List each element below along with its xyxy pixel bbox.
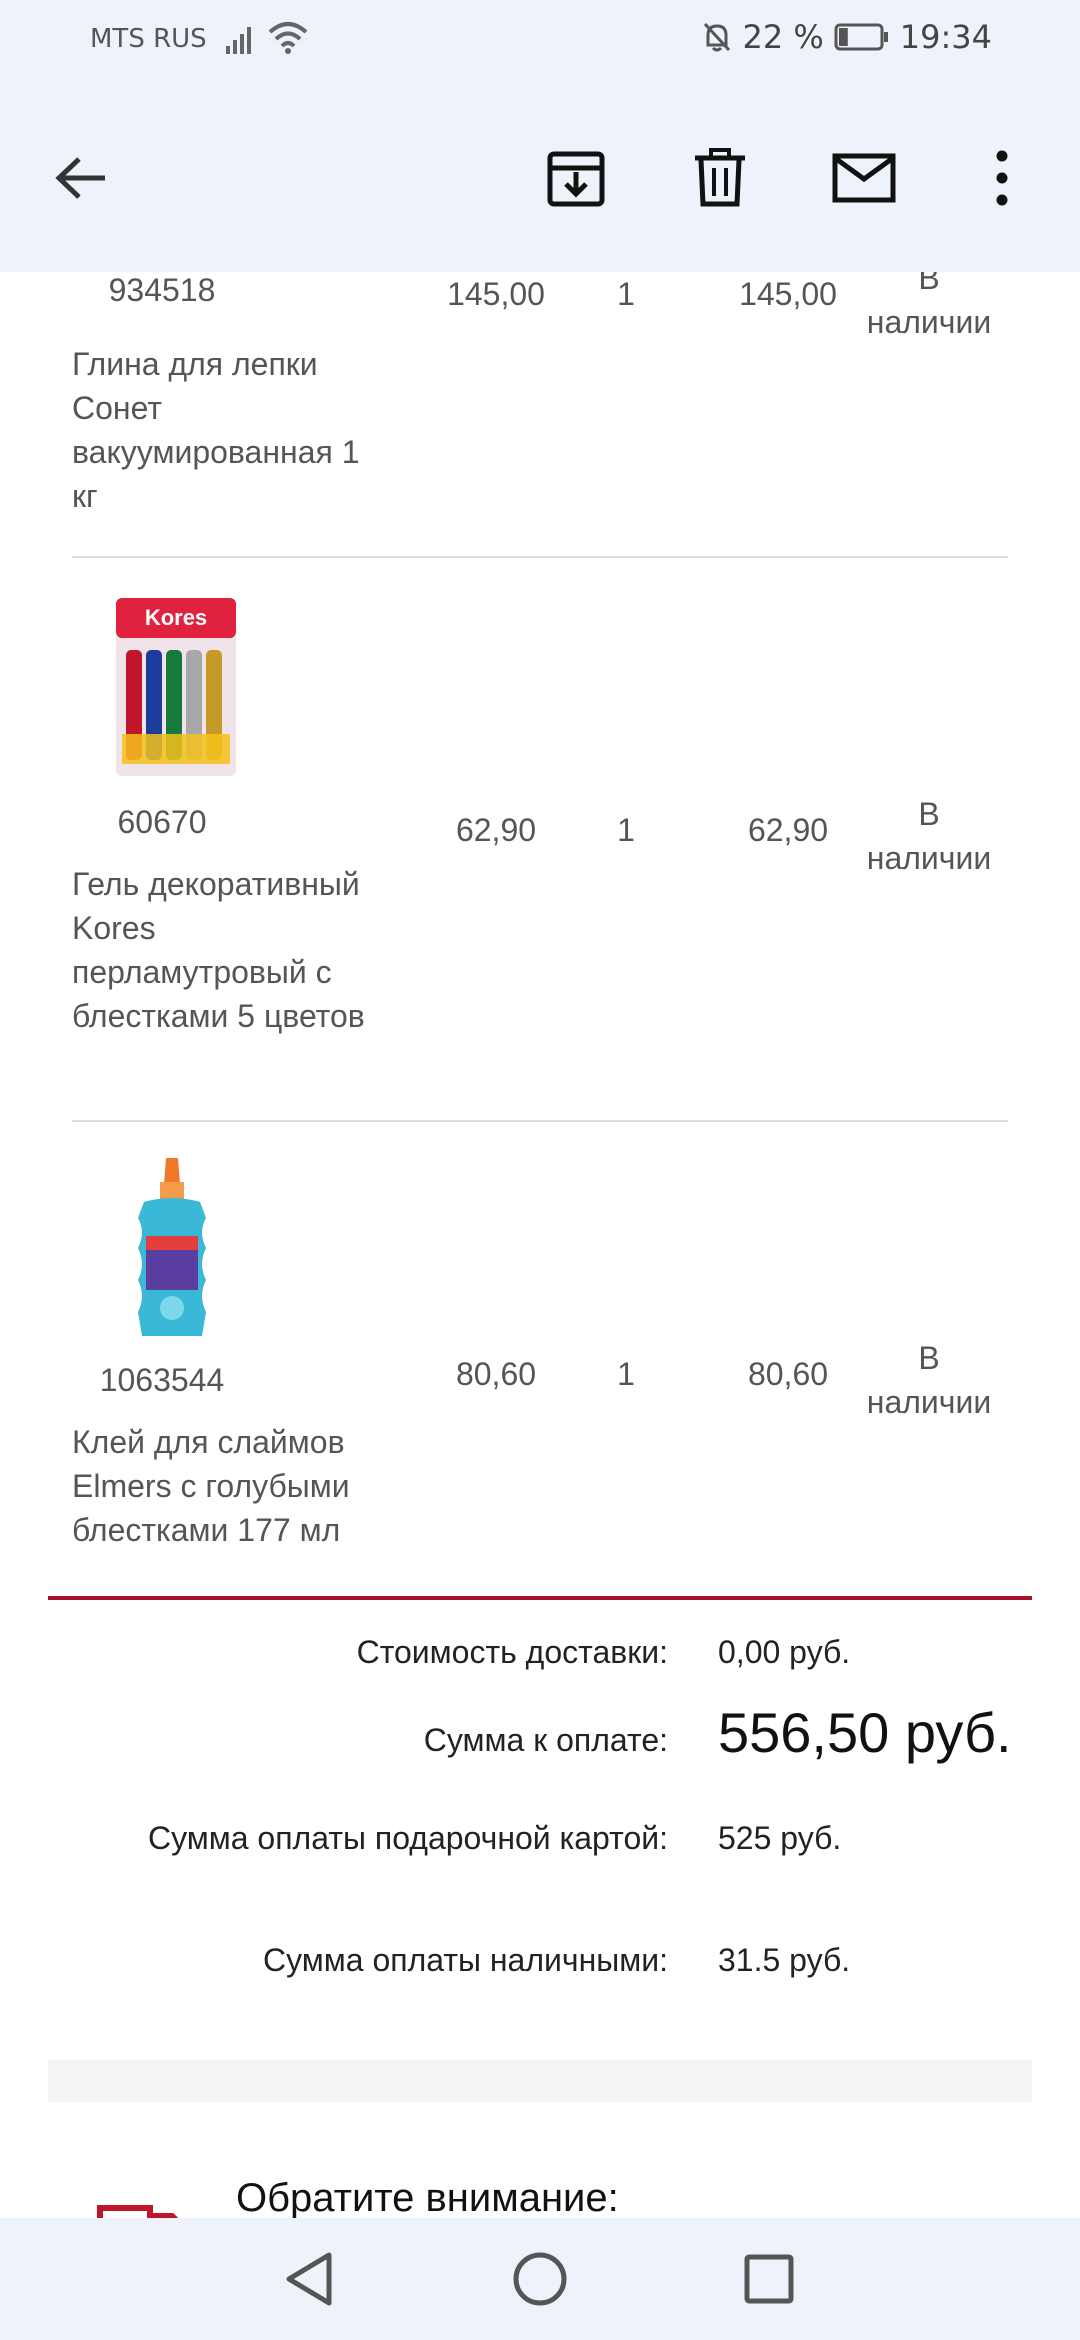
back-button[interactable] bbox=[42, 138, 122, 218]
nav-home-button[interactable] bbox=[505, 2244, 575, 2314]
nav-back-icon bbox=[286, 2252, 332, 2306]
item-price: 145,00 bbox=[447, 276, 545, 312]
battery-percent: 22 % bbox=[742, 18, 824, 56]
gift-card-payment-value: 525 руб. bbox=[718, 1820, 842, 1856]
item-availability: В наличии bbox=[866, 1340, 992, 1420]
app-toolbar bbox=[0, 84, 1080, 272]
system-navigation-bar bbox=[0, 2218, 1080, 2340]
wifi-icon bbox=[268, 22, 308, 54]
battery-icon bbox=[834, 23, 888, 51]
item-sku: 60670 bbox=[117, 804, 207, 840]
item-qty: 1 bbox=[617, 276, 635, 312]
mail-icon bbox=[832, 153, 896, 203]
email-content: 934518 Глина для лепки Сонет вакуумирова… bbox=[0, 272, 1080, 2218]
more-options-button[interactable] bbox=[962, 138, 1042, 218]
item-total: 145,00 bbox=[739, 276, 837, 312]
item-total: 62,90 bbox=[747, 812, 829, 848]
section-spacer bbox=[48, 2060, 1032, 2102]
item-sku: 934518 bbox=[108, 272, 216, 308]
item-name: Глина для лепки Сонет вакуумированная 1 … bbox=[72, 346, 360, 514]
nav-recents-icon bbox=[744, 2254, 794, 2304]
item-availability: В наличии bbox=[866, 272, 992, 340]
item-name: Гель декоративный Kores перламутровый с … bbox=[72, 866, 365, 1034]
delivery-cost-value: 0,00 руб. bbox=[718, 1634, 851, 1670]
carrier-name: MTS RUS bbox=[90, 24, 207, 54]
totals-separator bbox=[48, 1596, 1032, 1600]
delivery-truck-icon bbox=[97, 2205, 179, 2218]
product-image bbox=[138, 1158, 206, 1336]
item-qty: 1 bbox=[617, 1356, 635, 1392]
delivery-cost-label: Стоимость доставки: bbox=[356, 1634, 668, 1670]
order-item-row: Kores 60670 Гель декоративный Kores перл… bbox=[72, 558, 1008, 1122]
total-due-label: Сумма к оплате: bbox=[423, 1722, 668, 1758]
notice-title: Обратите внимание: bbox=[236, 2176, 619, 2218]
more-vert-icon bbox=[996, 150, 1008, 206]
gift-card-payment-label: Сумма оплаты подарочной картой: bbox=[147, 1820, 668, 1856]
item-price: 62,90 bbox=[455, 812, 537, 848]
nav-recents-button[interactable] bbox=[734, 2244, 804, 2314]
status-right: 22 % 19:34 bbox=[702, 18, 992, 56]
delete-button[interactable] bbox=[680, 138, 760, 218]
delete-icon bbox=[695, 148, 745, 207]
cash-payment-label: Сумма оплаты наличными: bbox=[263, 1942, 668, 1978]
back-arrow-icon bbox=[55, 157, 105, 199]
total-due-value: 556,50 руб. bbox=[718, 1701, 1012, 1764]
item-name: Клей для слаймов Elmers с голубыми блест… bbox=[72, 1424, 350, 1548]
signal-icon bbox=[226, 27, 251, 54]
mail-button[interactable] bbox=[824, 138, 904, 218]
archive-icon bbox=[547, 151, 605, 207]
order-item-row: 934518 Глина для лепки Сонет вакуумирова… bbox=[72, 272, 1008, 558]
item-price: 80,60 bbox=[455, 1356, 537, 1392]
product-brand-logo: Kores bbox=[145, 605, 207, 630]
archive-button[interactable] bbox=[536, 138, 616, 218]
status-bar: MTS RUS 22 % 19:34 bbox=[0, 0, 1080, 84]
cash-payment-value: 31.5 руб. bbox=[718, 1942, 851, 1978]
bell-off-icon bbox=[704, 22, 731, 52]
item-total: 80,60 bbox=[747, 1356, 829, 1392]
item-qty: 1 bbox=[617, 812, 635, 848]
item-availability: В наличии bbox=[866, 796, 992, 876]
order-item-row: 1063544 Клей для слаймов Elmers с голубы… bbox=[72, 1122, 1008, 1602]
product-image: Kores bbox=[116, 598, 236, 776]
item-sku: 1063544 bbox=[99, 1362, 225, 1398]
clock: 19:34 bbox=[899, 18, 992, 56]
nav-back-button[interactable] bbox=[274, 2244, 344, 2314]
nav-home-icon bbox=[513, 2252, 567, 2306]
